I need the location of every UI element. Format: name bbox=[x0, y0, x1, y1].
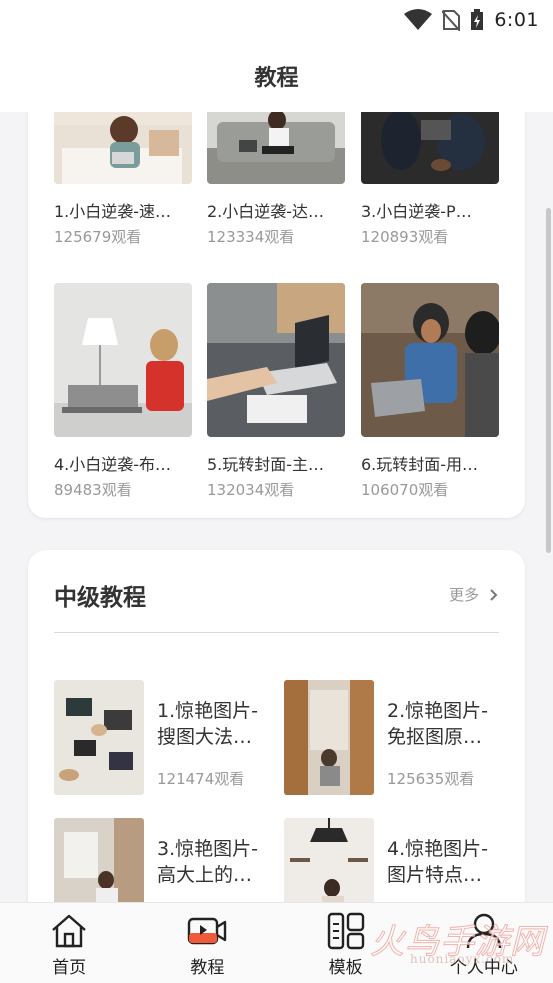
tutorial-thumbnail bbox=[361, 283, 499, 437]
template-grid-icon bbox=[326, 911, 366, 951]
tutorial-tile[interactable]: 2.小白逆袭-达… 123334观看 bbox=[207, 112, 345, 247]
tutorial-thumbnail bbox=[54, 283, 192, 437]
tab-label: 教程 bbox=[190, 958, 225, 978]
tutorial-thumbnail bbox=[54, 112, 192, 184]
tutorial-tile[interactable]: 4.小白逆袭-布… 89483观看 bbox=[54, 283, 192, 499]
chevron-right-icon bbox=[490, 588, 498, 601]
tutorial-views: 106070观看 bbox=[361, 481, 449, 499]
tutorial-thumbnail bbox=[207, 283, 345, 437]
status-bar: 6:01 bbox=[0, 0, 553, 40]
tab-tutorials[interactable]: 教程 bbox=[138, 903, 276, 983]
more-label: 更多 bbox=[448, 586, 479, 604]
page-header: 教程 bbox=[0, 40, 553, 112]
tab-label: 模板 bbox=[328, 958, 363, 978]
battery-charging-icon bbox=[471, 9, 484, 30]
content-scroll[interactable]: 1.小白逆袭-速… 125679观看 2.小白逆袭-达… 123334观看 3.… bbox=[0, 112, 553, 902]
divider bbox=[54, 632, 499, 633]
tutorial-list-item[interactable]: 3.惊艳图片-高大上的… bbox=[54, 818, 269, 902]
tutorial-thumbnail bbox=[284, 680, 374, 795]
tutorial-title: 1.惊艳图片-搜图大法… bbox=[157, 700, 258, 748]
beginner-tutorials-card: 1.小白逆袭-速… 125679观看 2.小白逆袭-达… 123334观看 3.… bbox=[28, 112, 525, 518]
intermediate-tutorials-card: 中级教程 更多 1.惊艳图片-搜图大法… 121474观看 2.惊艳图片-免抠图… bbox=[28, 550, 525, 902]
tutorial-thumbnail bbox=[207, 112, 345, 184]
tab-templates[interactable]: 模板 bbox=[277, 903, 415, 983]
tutorial-tile[interactable]: 3.小白逆袭-P… 120893观看 bbox=[361, 112, 499, 247]
tab-home[interactable]: 首页 bbox=[0, 903, 138, 983]
tutorial-tile[interactable]: 5.玩转封面-主… 132034观看 bbox=[207, 283, 345, 500]
tutorial-title: 4.惊艳图片-图片特点… bbox=[387, 838, 488, 886]
bottom-tab-bar: 首页 教程 模板 个人中心 bbox=[0, 902, 553, 983]
tutorial-title: 2.小白逆袭-达… bbox=[207, 202, 325, 221]
tab-profile[interactable]: 个人中心 bbox=[415, 903, 553, 983]
tutorial-title: 3.小白逆袭-P… bbox=[361, 202, 472, 221]
tutorial-title: 2.惊艳图片-免抠图原… bbox=[387, 700, 488, 748]
wifi-icon bbox=[404, 9, 433, 30]
tutorial-views: 125635观看 bbox=[387, 770, 475, 788]
tutorial-title: 3.惊艳图片-高大上的… bbox=[157, 838, 258, 886]
tutorial-title: 6.玩转封面-用… bbox=[361, 455, 479, 474]
tutorial-title: 4.小白逆袭-布… bbox=[54, 455, 172, 474]
section-title: 中级教程 bbox=[54, 585, 146, 611]
user-icon bbox=[464, 911, 504, 951]
page-title: 教程 bbox=[254, 66, 299, 91]
no-sim-icon bbox=[442, 10, 461, 31]
tutorial-title: 1.小白逆袭-速… bbox=[54, 202, 172, 221]
video-play-icon bbox=[187, 911, 227, 951]
home-icon bbox=[49, 911, 89, 951]
tutorial-title: 5.玩转封面-主… bbox=[207, 455, 325, 474]
tutorial-thumbnail bbox=[284, 818, 374, 902]
tab-label: 首页 bbox=[52, 958, 87, 978]
tutorial-views: 121474观看 bbox=[157, 770, 245, 788]
tutorial-list-item[interactable]: 4.惊艳图片-图片特点… bbox=[284, 818, 499, 902]
tutorial-thumbnail bbox=[361, 112, 499, 184]
tutorial-views: 123334观看 bbox=[207, 228, 295, 246]
scrollbar[interactable] bbox=[546, 208, 551, 553]
tutorial-views: 132034观看 bbox=[207, 481, 295, 499]
tutorial-thumbnail bbox=[54, 680, 144, 795]
tutorial-thumbnail bbox=[54, 818, 144, 902]
more-link[interactable]: 更多 bbox=[449, 584, 499, 605]
tab-label: 个人中心 bbox=[449, 958, 518, 978]
tutorial-tile[interactable]: 6.玩转封面-用… 106070观看 bbox=[361, 283, 499, 500]
tutorial-views: 125679观看 bbox=[54, 228, 142, 246]
tutorial-views: 120893观看 bbox=[361, 228, 449, 246]
status-time: 6:01 bbox=[494, 9, 539, 31]
tutorial-tile[interactable]: 1.小白逆袭-速… 125679观看 bbox=[54, 112, 192, 247]
tutorial-list-item[interactable]: 1.惊艳图片-搜图大法… 121474观看 bbox=[54, 680, 269, 795]
tutorial-list-item[interactable]: 2.惊艳图片-免抠图原… 125635观看 bbox=[284, 680, 499, 795]
tutorial-views: 89483观看 bbox=[54, 481, 132, 499]
